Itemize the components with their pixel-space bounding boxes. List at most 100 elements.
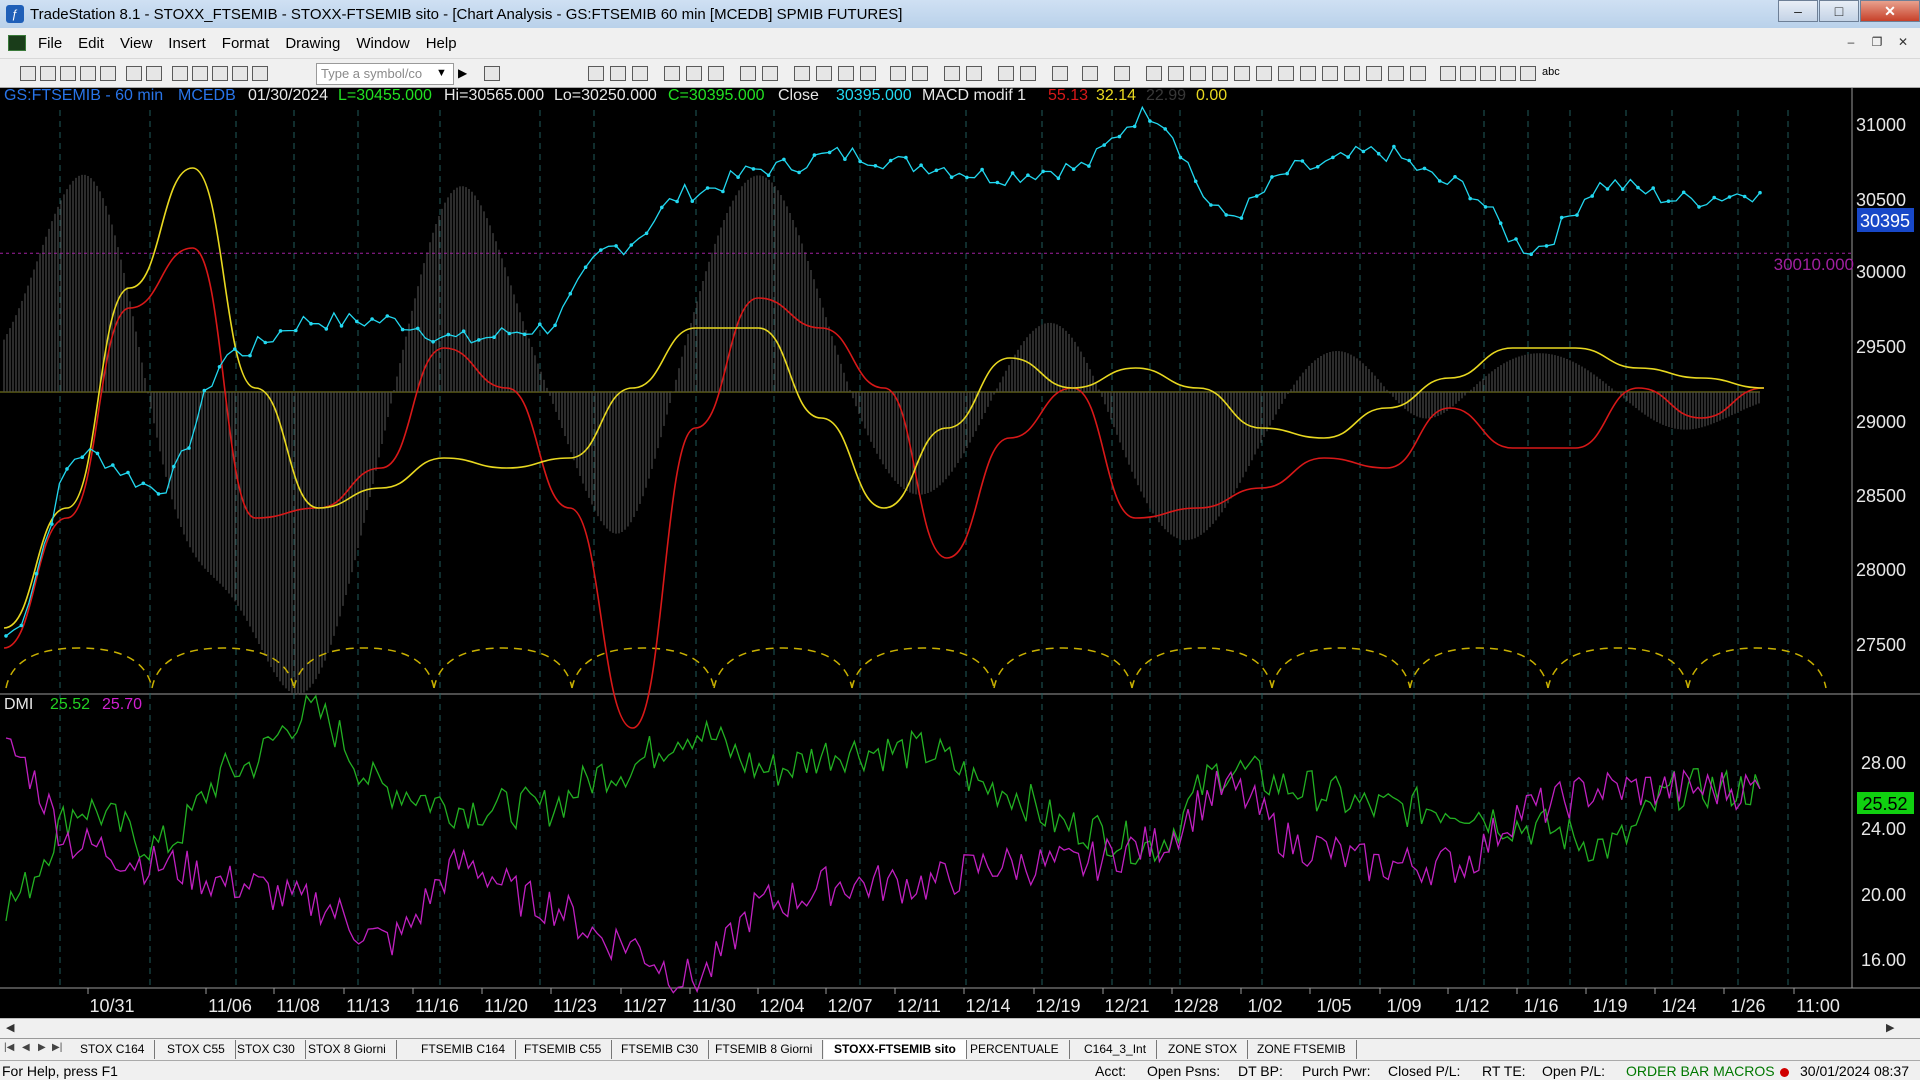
price-point: [1666, 199, 1671, 203]
insert-window-icon[interactable]: [610, 66, 626, 81]
print-preview-icon[interactable]: [126, 66, 142, 81]
tab-zone-stox[interactable]: ZONE STOX: [1158, 1040, 1249, 1059]
minimize-button[interactable]: –: [1778, 0, 1818, 22]
format-analysis-icon[interactable]: [762, 66, 778, 81]
curve-icon[interactable]: [1440, 66, 1456, 81]
tab-stoxx-ftsemib-sito[interactable]: STOXX-FTSEMIB sito: [824, 1040, 967, 1059]
tab-percentuale[interactable]: PERCENTUALE: [960, 1040, 1070, 1059]
expand-icon[interactable]: [1082, 66, 1098, 81]
document-icon[interactable]: [8, 35, 26, 51]
zoom-in-icon[interactable]: [944, 66, 960, 81]
menu-window[interactable]: Window: [348, 35, 417, 52]
symbol-go-icon[interactable]: ▶: [458, 66, 467, 80]
tab-ftsemib-c164[interactable]: FTSEMIB C164: [411, 1040, 517, 1059]
link-window-icon[interactable]: [172, 66, 188, 81]
rectangle-icon[interactable]: [1520, 66, 1536, 81]
freehand-icon[interactable]: [1388, 66, 1404, 81]
tools-icon[interactable]: [1052, 66, 1068, 81]
time-axis[interactable]: 10/31 11/06 11/08 11/13 11/16 11/20 11/23 11/27…: [87, 988, 1840, 1016]
tab-stox-c30[interactable]: STOX C30: [227, 1040, 306, 1059]
menu-edit[interactable]: Edit: [70, 35, 112, 52]
line-chart-icon[interactable]: [838, 66, 854, 81]
open-icon[interactable]: [40, 66, 56, 81]
zoom-out-icon[interactable]: [966, 66, 982, 81]
arc-icon[interactable]: [1212, 66, 1228, 81]
format-symbol-icon[interactable]: [740, 66, 756, 81]
tab-prev-icon[interactable]: ◀: [22, 1042, 30, 1053]
bar-spacing-icon[interactable]: [890, 66, 906, 81]
vertical-line-icon[interactable]: [1256, 66, 1272, 81]
chart-window[interactable]: GS:FTSEMIB - 60 min MCEDB 01/30/2024 L=3…: [0, 88, 1920, 1038]
open-workspace-icon[interactable]: [60, 66, 76, 81]
symbol-input[interactable]: Type a symbol/co: [316, 63, 454, 85]
tab-last-icon[interactable]: ▶|: [52, 1042, 62, 1053]
maximize-button[interactable]: □: [1819, 0, 1859, 22]
gann-fan-icon[interactable]: [1300, 66, 1316, 81]
tab-ftsemib-8-giorni[interactable]: FTSEMIB 8 Giorni: [705, 1040, 824, 1059]
mdi-close-button[interactable]: ✕: [1892, 32, 1914, 52]
dmi-axis[interactable]: 28.00 24.00 20.00 16.00: [1861, 753, 1906, 970]
price-point: [1315, 165, 1320, 169]
data-window-icon[interactable]: [632, 66, 648, 81]
pointer-icon[interactable]: [998, 66, 1014, 81]
channel-icon[interactable]: [1366, 66, 1382, 81]
insert-paintbar-icon[interactable]: [708, 66, 724, 81]
window-group-icon[interactable]: [192, 66, 208, 81]
symbol-dropdown-icon[interactable]: ▼: [436, 67, 447, 79]
horizontal-arrow-icon[interactable]: [1322, 66, 1338, 81]
lock-icon[interactable]: [212, 66, 228, 81]
speed-lines-icon[interactable]: [1234, 66, 1250, 81]
tab-first-icon[interactable]: |◀: [4, 1042, 14, 1053]
insert-indicator-icon[interactable]: [664, 66, 680, 81]
candlestick-icon[interactable]: [816, 66, 832, 81]
price-axis[interactable]: 31000 30500 30000 29500 29000 28500 2800…: [1856, 115, 1906, 655]
tab-stox-c55[interactable]: STOX C55: [157, 1040, 236, 1059]
price-point: [721, 189, 725, 194]
tab-ftsemib-c30[interactable]: FTSEMIB C30: [611, 1040, 710, 1059]
arrow-down-icon[interactable]: [1460, 66, 1476, 81]
print-icon[interactable]: [146, 66, 162, 81]
parallel-lines-icon[interactable]: [1344, 66, 1360, 81]
menu-drawing[interactable]: Drawing: [277, 35, 348, 52]
bar-chart-icon[interactable]: [794, 66, 810, 81]
save-icon[interactable]: [80, 66, 96, 81]
tab-stox-c164[interactable]: STOX C164: [70, 1040, 156, 1059]
andrews-pitchfork-icon[interactable]: [1278, 66, 1294, 81]
radar-icon[interactable]: [252, 66, 268, 81]
menu-format[interactable]: Format: [214, 35, 278, 52]
menu-insert[interactable]: Insert: [160, 35, 214, 52]
menu-help[interactable]: Help: [418, 35, 465, 52]
mdi-restore-button[interactable]: ❐: [1866, 32, 1888, 52]
tab-next-icon[interactable]: ▶: [38, 1042, 46, 1053]
scroll-right-icon[interactable]: ▶: [1886, 1021, 1894, 1034]
new-icon[interactable]: [20, 66, 36, 81]
order-bar-macros[interactable]: ORDER BAR MACROS: [1626, 1063, 1775, 1079]
text-tool-icon[interactable]: abc: [1542, 66, 1560, 78]
fib-retracement-icon[interactable]: [1190, 66, 1206, 81]
trendline-icon[interactable]: [1146, 66, 1162, 81]
scroll-left-icon[interactable]: ◀: [6, 1021, 14, 1034]
format-window-icon[interactable]: [588, 66, 604, 81]
close-button[interactable]: ✕: [1860, 0, 1920, 22]
symbol-lookup-icon[interactable]: [484, 66, 500, 81]
ohlc-icon[interactable]: [860, 66, 876, 81]
menu-file[interactable]: File: [30, 35, 70, 52]
tab-zone-ftsemib[interactable]: ZONE FTSEMIB: [1247, 1040, 1357, 1059]
mdi-minimize-button[interactable]: –: [1840, 32, 1862, 52]
ellipse-icon[interactable]: [1500, 66, 1516, 81]
save-all-icon[interactable]: [100, 66, 116, 81]
scroll-bars-icon[interactable]: [912, 66, 928, 81]
tab-c164-3-int[interactable]: C164_3_Int: [1074, 1040, 1158, 1059]
tab-stox-8-giorni[interactable]: STOX 8 Giorni: [298, 1040, 397, 1059]
arrow-up-icon[interactable]: [1480, 66, 1496, 81]
insert-strategy-icon[interactable]: [686, 66, 702, 81]
cursor-data-icon[interactable]: [1114, 66, 1130, 81]
menu-view[interactable]: View: [112, 35, 160, 52]
chart-canvas[interactable]: GS:FTSEMIB - 60 min MCEDB 01/30/2024 L=3…: [0, 88, 1920, 1018]
drawing-object-icon[interactable]: [1020, 66, 1036, 81]
tab-ftsemib-c55[interactable]: FTSEMIB C55: [514, 1040, 613, 1059]
horizontal-lines-icon[interactable]: [1168, 66, 1184, 81]
strategy-icon[interactable]: [232, 66, 248, 81]
horizontal-scrollbar[interactable]: ◀ ▶: [0, 1018, 1920, 1038]
pencil-icon[interactable]: [1410, 66, 1426, 81]
